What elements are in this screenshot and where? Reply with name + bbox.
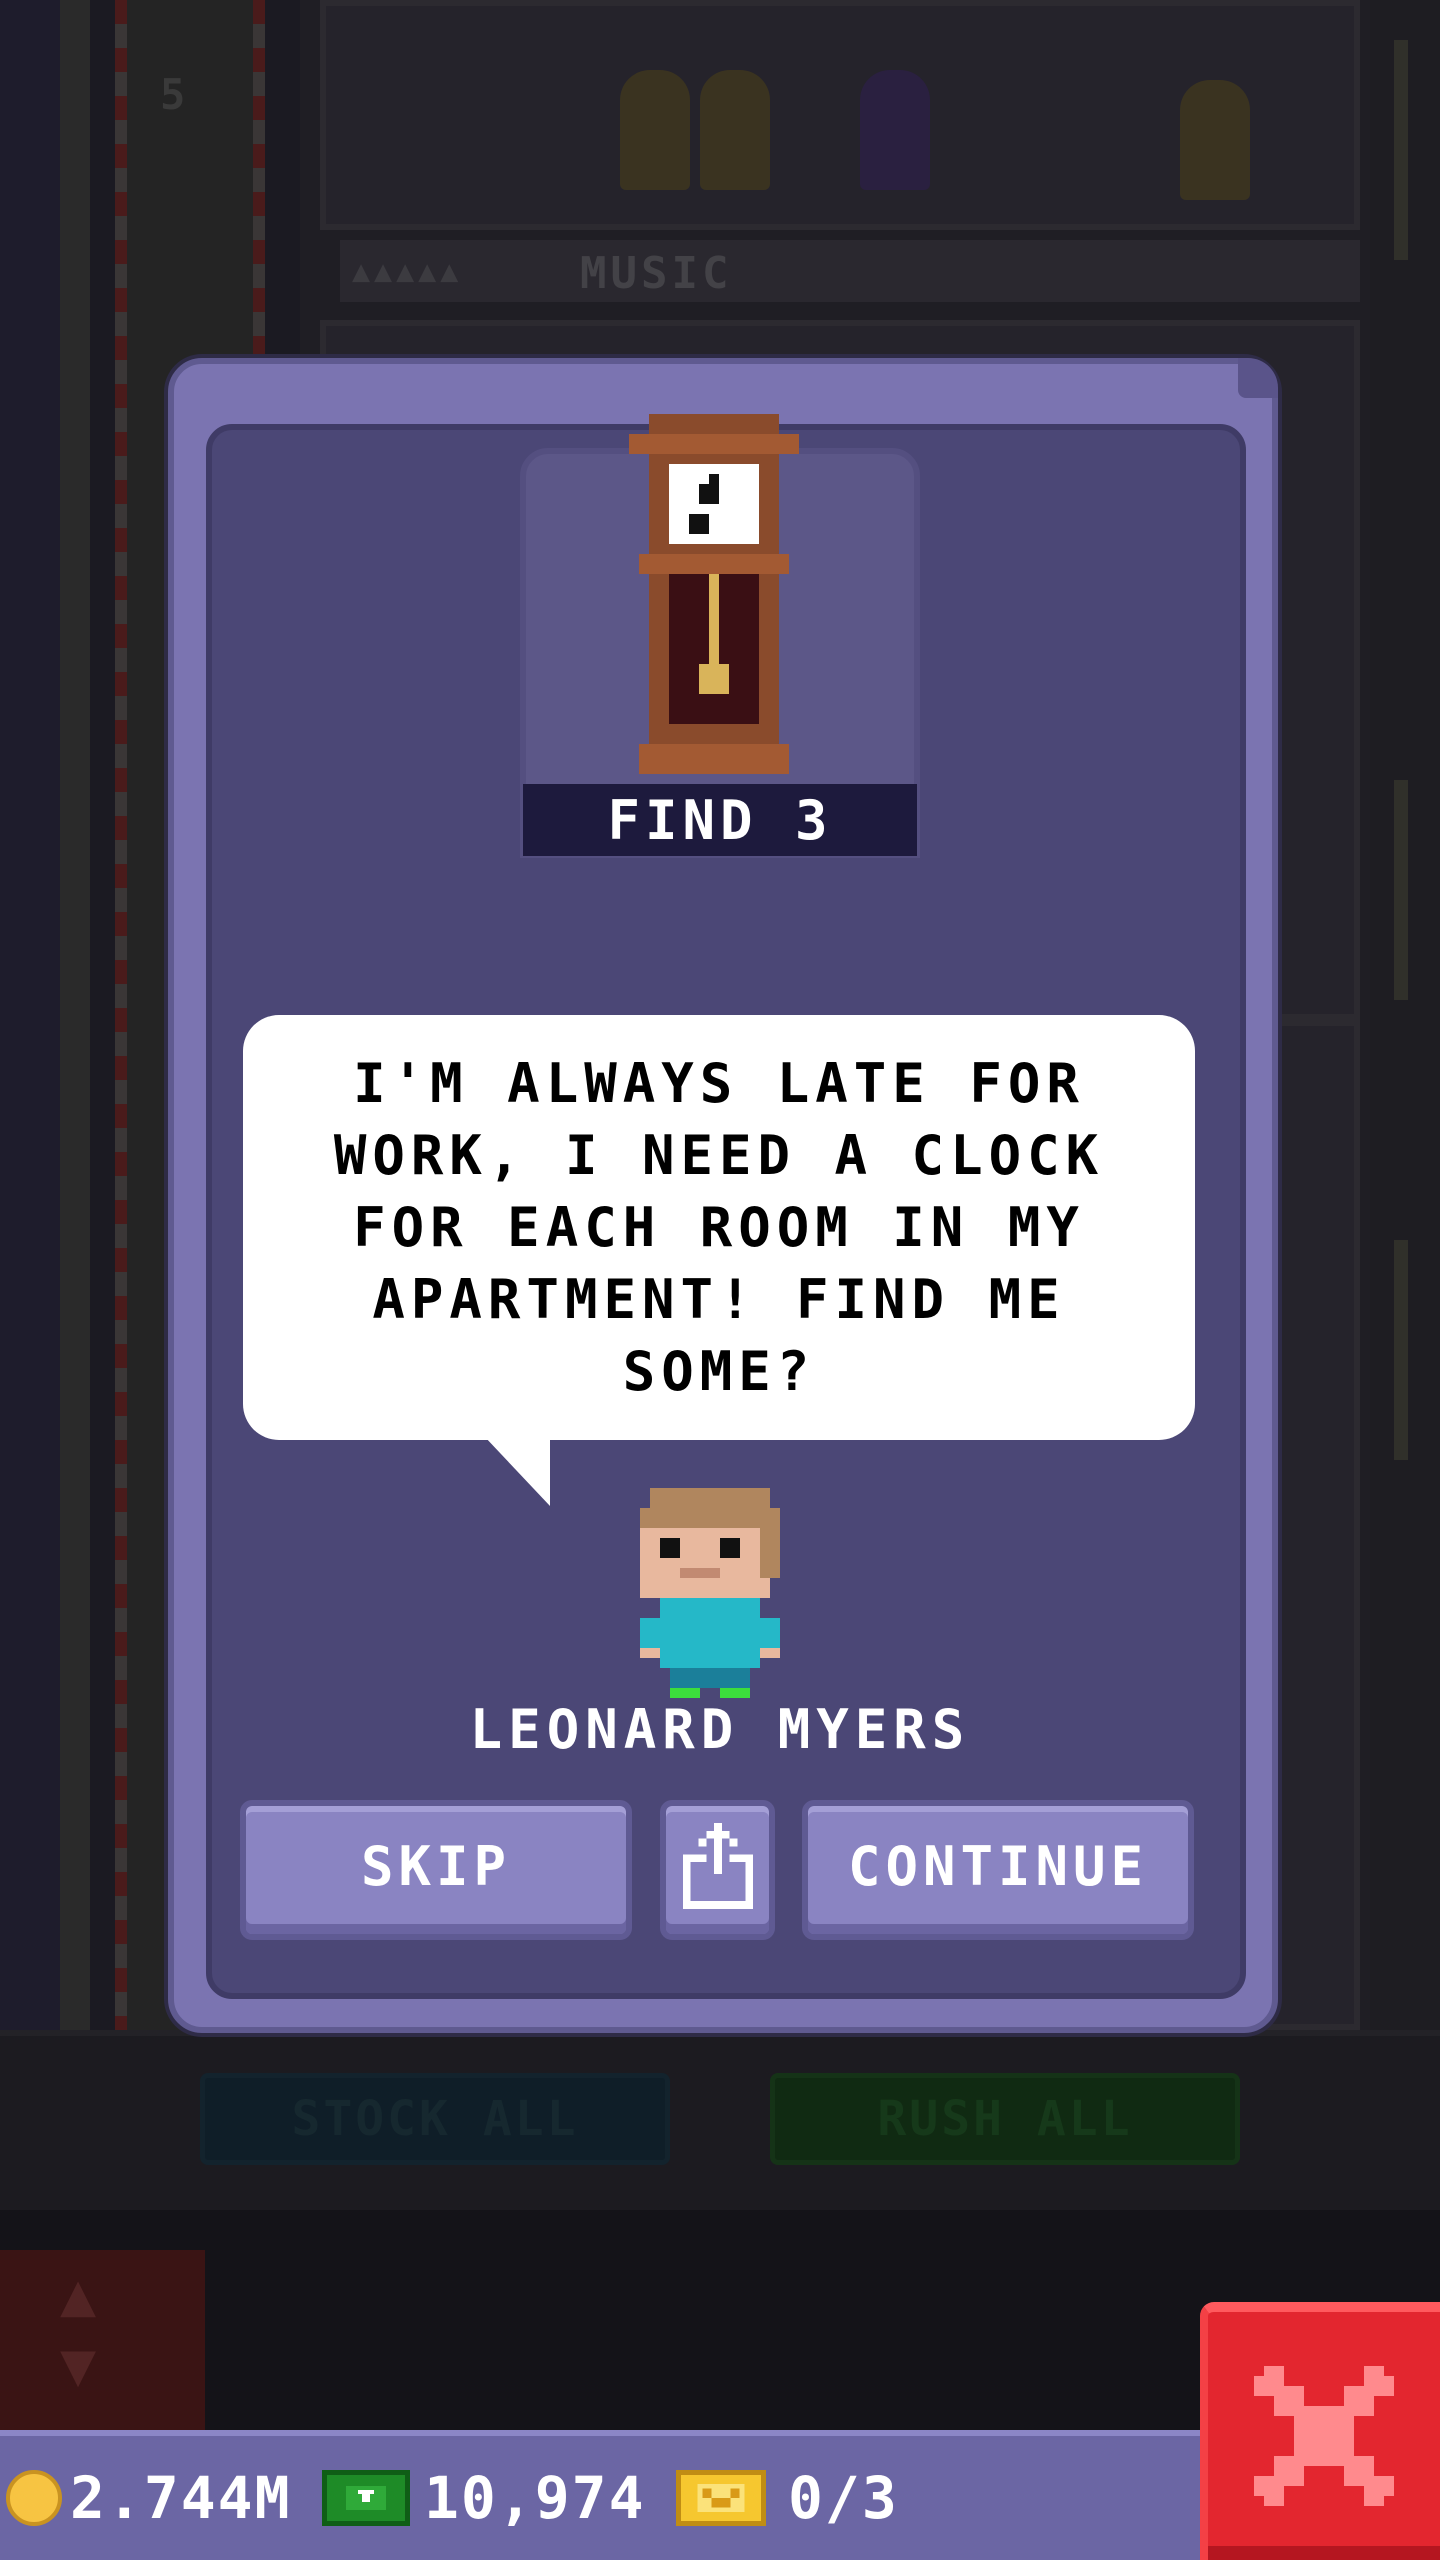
bux-icon xyxy=(322,2470,410,2526)
character-sprite xyxy=(640,1488,780,1698)
close-button[interactable] xyxy=(1200,2302,1440,2560)
share-button[interactable] xyxy=(660,1800,775,1940)
bux-counter[interactable]: 10,974 xyxy=(322,2458,646,2538)
continue-button-label: CONTINUE xyxy=(847,1834,1149,1898)
bux-value: 10,974 xyxy=(424,2464,646,2532)
mission-objective: FIND 3 xyxy=(523,784,917,856)
bitizen-figure xyxy=(860,70,930,190)
room-label: ▲▲▲▲▲ MUSIC xyxy=(340,240,1360,302)
close-icon xyxy=(1254,2366,1394,2506)
continue-button[interactable]: CONTINUE xyxy=(802,1800,1194,1940)
speech-bubble: I'M ALWAYS LATE FOR WORK, I NEED A CLOCK… xyxy=(243,1015,1195,1440)
skip-button-label: SKIP xyxy=(360,1834,512,1898)
golden-ticket-icon xyxy=(676,2470,766,2526)
rush-all-button: RUSH ALL xyxy=(770,2073,1240,2165)
character-name: LEONARD MYERS xyxy=(469,1698,971,1761)
share-icon xyxy=(682,1823,753,1909)
speech-bubble-tail xyxy=(484,1436,550,1506)
grandfather-clock-icon xyxy=(629,414,799,774)
golden-tickets-counter: 0/3 xyxy=(676,2458,899,2538)
coins-counter: 2.744M xyxy=(6,2458,292,2538)
skip-button[interactable]: SKIP xyxy=(240,1800,632,1940)
tickets-value: 0/3 xyxy=(788,2464,899,2532)
bitizen-figure xyxy=(620,70,690,190)
elevator-control: ▲ ▼ xyxy=(0,2250,205,2430)
floor-number: 5 xyxy=(160,70,186,119)
bitizen-figure xyxy=(700,70,770,190)
room-name: MUSIC xyxy=(580,248,733,299)
room-rating: ▲▲▲▲▲ xyxy=(352,254,463,289)
stock-all-button: STOCK ALL xyxy=(200,2073,670,2165)
coin-icon xyxy=(6,2470,62,2526)
bitizen-figure xyxy=(1180,80,1250,200)
speech-text: I'M ALWAYS LATE FOR WORK, I NEED A CLOCK… xyxy=(333,1051,1105,1403)
coins-value: 2.744M xyxy=(70,2464,292,2532)
